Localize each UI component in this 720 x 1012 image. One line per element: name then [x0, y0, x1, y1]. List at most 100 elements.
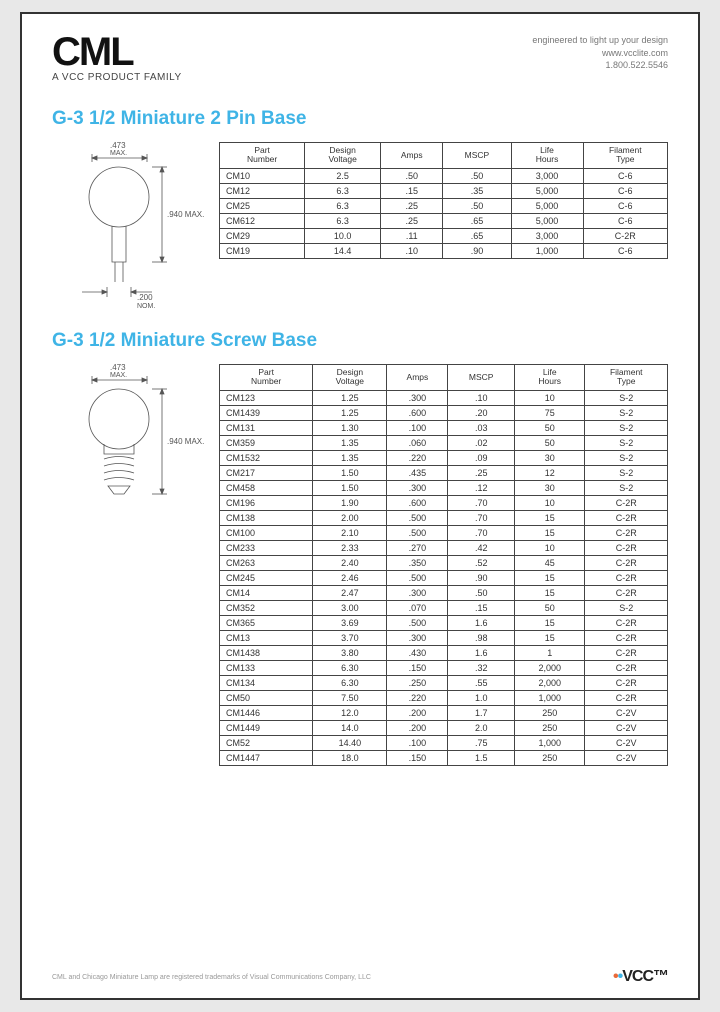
- table-row: CM6126.3.25.655,000C-6: [220, 213, 668, 228]
- data-cell: 12: [514, 465, 584, 480]
- data-cell: .02: [448, 435, 515, 450]
- data-cell: C-6: [583, 198, 667, 213]
- svg-text:MAX.: MAX.: [110, 372, 127, 379]
- vcc-logo: ••VCC™: [613, 968, 668, 986]
- data-cell: .220: [387, 690, 448, 705]
- data-cell: .32: [448, 660, 515, 675]
- screw-base-table: PartNumberDesignVoltageAmpsMSCPLifeHours…: [219, 364, 668, 766]
- part-number-cell: CM359: [220, 435, 313, 450]
- data-cell: 1,000: [511, 243, 583, 258]
- data-cell: .250: [387, 675, 448, 690]
- data-cell: .70: [448, 525, 515, 540]
- data-cell: C-2R: [585, 660, 668, 675]
- data-cell: 15: [514, 510, 584, 525]
- data-cell: .50: [443, 168, 511, 183]
- website: www.vcclite.com: [532, 47, 668, 60]
- part-number-cell: CM217: [220, 465, 313, 480]
- data-cell: 10: [514, 390, 584, 405]
- logo-block: CML A VCC PRODUCT FAMILY: [52, 34, 182, 83]
- table-row: CM3523.00.070.1550S-2: [220, 600, 668, 615]
- data-cell: .70: [448, 495, 515, 510]
- data-cell: .10: [448, 390, 515, 405]
- data-cell: C-2R: [585, 630, 668, 645]
- data-cell: .35: [443, 183, 511, 198]
- part-number-cell: CM196: [220, 495, 313, 510]
- data-cell: .270: [387, 540, 448, 555]
- part-number-cell: CM1532: [220, 450, 313, 465]
- data-cell: .65: [443, 228, 511, 243]
- table-row: CM1002.10.500.7015C-2R: [220, 525, 668, 540]
- table-row: CM1914.4.10.901,000C-6: [220, 243, 668, 258]
- page-header: CML A VCC PRODUCT FAMILY engineered to l…: [52, 34, 668, 83]
- dim-label: .473: [110, 142, 126, 150]
- data-cell: 1.6: [448, 615, 515, 630]
- data-cell: 5,000: [511, 198, 583, 213]
- data-cell: C-2R: [585, 585, 668, 600]
- part-number-cell: CM612: [220, 213, 305, 228]
- pin-base-diagram: .473 MAX. .940 MAX. .200 NOM.: [52, 142, 207, 312]
- column-header: Amps: [381, 143, 443, 169]
- section2-title: G-3 1/2 Miniature Screw Base: [52, 330, 668, 352]
- data-cell: .220: [387, 450, 448, 465]
- table-row: CM1346.30.250.552,000C-2R: [220, 675, 668, 690]
- data-cell: 250: [514, 720, 584, 735]
- part-number-cell: CM14: [220, 585, 313, 600]
- table-row: CM14391.25.600.2075S-2: [220, 405, 668, 420]
- part-number-cell: CM123: [220, 390, 313, 405]
- svg-text:NOM.: NOM.: [137, 303, 155, 310]
- data-cell: .52: [448, 555, 515, 570]
- data-cell: .500: [387, 570, 448, 585]
- data-cell: 6.3: [305, 198, 381, 213]
- data-cell: .50: [448, 585, 515, 600]
- part-number-cell: CM52: [220, 735, 313, 750]
- data-cell: 1.90: [313, 495, 387, 510]
- data-cell: 30: [514, 480, 584, 495]
- data-cell: 1.25: [313, 405, 387, 420]
- data-cell: 1,000: [514, 690, 584, 705]
- data-cell: C-2R: [585, 675, 668, 690]
- data-cell: 5,000: [511, 183, 583, 198]
- data-cell: 6.30: [313, 660, 387, 675]
- data-cell: .90: [443, 243, 511, 258]
- table-row: CM102.5.50.503,000C-6: [220, 168, 668, 183]
- data-cell: 50: [514, 600, 584, 615]
- data-cell: .25: [448, 465, 515, 480]
- data-cell: .25: [381, 198, 443, 213]
- data-cell: C-2R: [585, 555, 668, 570]
- data-cell: C-2R: [583, 228, 667, 243]
- data-cell: .10: [381, 243, 443, 258]
- data-cell: .11: [381, 228, 443, 243]
- data-cell: 3.00: [313, 600, 387, 615]
- table-row: CM507.50.2201.01,000C-2R: [220, 690, 668, 705]
- data-cell: S-2: [585, 450, 668, 465]
- data-cell: 250: [514, 750, 584, 765]
- data-cell: 15: [514, 585, 584, 600]
- part-number-cell: CM25: [220, 198, 305, 213]
- data-cell: 3.70: [313, 630, 387, 645]
- logo-subtitle: A VCC PRODUCT FAMILY: [52, 72, 182, 83]
- data-cell: .98: [448, 630, 515, 645]
- phone: 1.800.522.5546: [532, 59, 668, 72]
- data-cell: S-2: [585, 435, 668, 450]
- table-row: CM4581.50.300.1230S-2: [220, 480, 668, 495]
- column-header: MSCP: [443, 143, 511, 169]
- data-cell: 7.50: [313, 690, 387, 705]
- data-cell: .100: [387, 420, 448, 435]
- data-cell: C-2V: [585, 720, 668, 735]
- column-header: FilamentType: [585, 365, 668, 391]
- part-number-cell: CM131: [220, 420, 313, 435]
- data-cell: .55: [448, 675, 515, 690]
- data-cell: 6.3: [305, 183, 381, 198]
- part-number-cell: CM1449: [220, 720, 313, 735]
- data-cell: C-6: [583, 183, 667, 198]
- data-cell: 1.6: [448, 645, 515, 660]
- data-cell: C-2R: [585, 495, 668, 510]
- data-cell: .600: [387, 495, 448, 510]
- part-number-cell: CM233: [220, 540, 313, 555]
- table-row: CM2171.50.435.2512S-2: [220, 465, 668, 480]
- column-header: MSCP: [448, 365, 515, 391]
- column-header: FilamentType: [583, 143, 667, 169]
- data-cell: 50: [514, 420, 584, 435]
- data-cell: 1.30: [313, 420, 387, 435]
- data-cell: 1.5: [448, 750, 515, 765]
